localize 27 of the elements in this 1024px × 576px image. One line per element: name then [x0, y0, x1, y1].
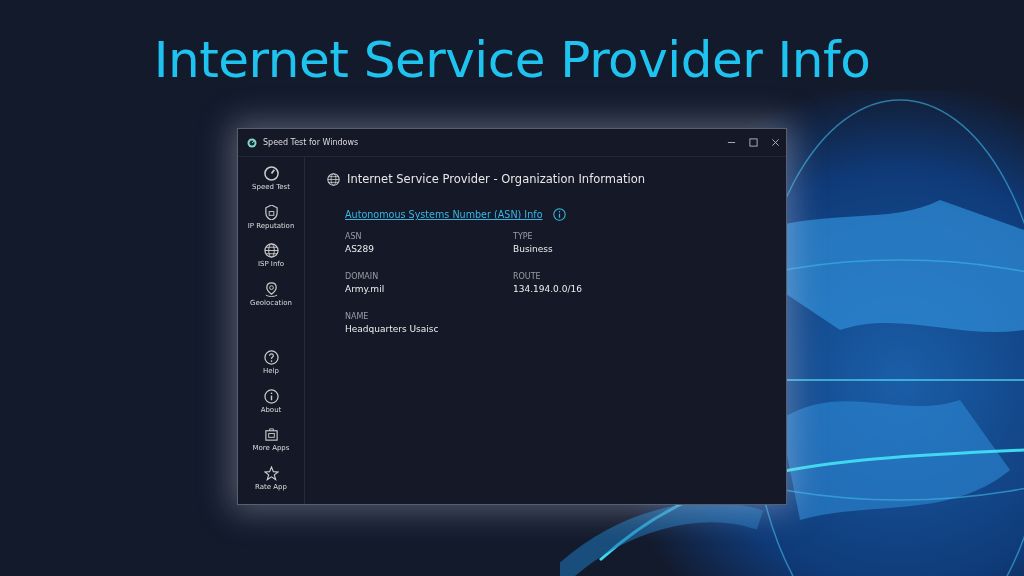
globe-icon [263, 243, 279, 258]
help-icon [263, 350, 279, 365]
field-value: Business [513, 244, 554, 254]
window-title: Speed Test for Windows [263, 138, 360, 147]
gauge-icon [263, 166, 279, 181]
app-logo-icon [247, 137, 257, 148]
asn-info-link[interactable]: Autonomous Systems Number (ASN) Info [345, 209, 543, 220]
globe-icon [327, 172, 340, 186]
info-icon [263, 388, 279, 404]
field-label: ASN [345, 232, 363, 241]
headline: Internet Service Provider Info [153, 30, 871, 90]
field-value: 134.194.0.0/16 [513, 284, 583, 294]
shield-icon [263, 204, 279, 220]
star-icon [263, 465, 279, 481]
field-label: TYPE [513, 232, 534, 241]
location-pin-icon [263, 281, 279, 297]
close-icon [770, 138, 780, 147]
field-label: DOMAIN [345, 272, 380, 281]
field-value: Headquarters Usaisc [345, 324, 440, 334]
page-heading: Internet Service Provider - Organization Information [347, 172, 646, 186]
field-label: ROUTE [513, 272, 542, 281]
field-value: Army.mil [345, 284, 386, 294]
field-value: AS289 [345, 244, 376, 254]
maximize-icon [748, 138, 758, 147]
info-icon[interactable] [552, 208, 566, 221]
bag-icon [263, 427, 279, 442]
field-label: NAME [345, 312, 370, 321]
